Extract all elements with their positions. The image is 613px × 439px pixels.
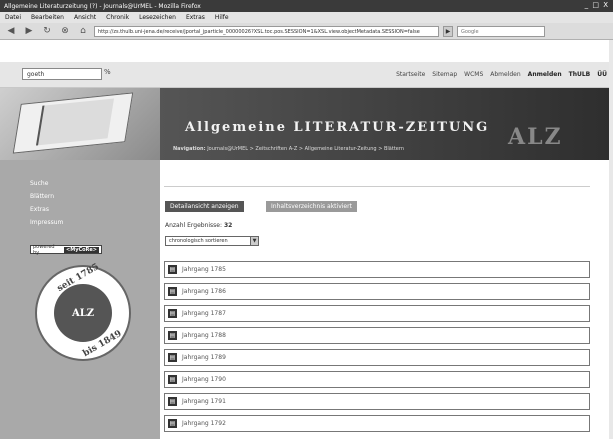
sidebar-item-extras[interactable]: Extras [30,206,63,213]
detail-view-button[interactable]: Detailansicht anzeigen [165,201,244,212]
result-count-value: 32 [223,222,233,229]
back-icon[interactable]: ◀ [4,25,18,37]
list-item[interactable]: ▤ Jahrgang 1786 [164,283,590,300]
link-anmelden[interactable]: Anmelden [528,71,562,78]
menu-datei[interactable]: Datei [5,14,21,21]
sidebar-item-impressum[interactable]: Impressum [30,219,63,226]
navigation-toolbar: ◀ ▶ ↻ ⊗ ⌂ http://zs.thulb.uni-jena.de/re… [0,23,613,40]
home-icon[interactable]: ⌂ [76,25,90,37]
go-button[interactable]: ▶ [443,25,453,37]
divider [164,186,590,187]
list-item-label[interactable]: Jahrgang 1789 [182,354,226,361]
result-count-label: Anzahl Ergebnisse: [165,222,223,229]
forward-icon[interactable]: ▶ [22,25,36,37]
menu-ansicht[interactable]: Ansicht [74,14,96,21]
top-links: Startseite Sitemap WCMS Abmelden Anmelde… [396,71,607,78]
link-thulb[interactable]: ThULB [569,71,591,78]
link-abmelden[interactable]: Abmelden [490,71,520,78]
list-item[interactable]: ▤ Jahrgang 1787 [164,305,590,322]
list-item[interactable]: ▤ Jahrgang 1785 [164,261,590,278]
list-item-label[interactable]: Jahrgang 1787 [182,310,226,317]
window-title: Allgemeine Literaturzeitung (?) - Journa… [4,2,201,10]
mycore-logo: <MyCoRe> [64,246,99,253]
menu-chronik[interactable]: Chronik [106,14,129,21]
banner-image [0,88,160,160]
book-icon: ▤ [168,287,177,296]
book-icon: ▤ [168,397,177,406]
toc-button[interactable]: Inhaltsverzeichnis aktiviert [266,201,357,212]
list-item-label[interactable]: Jahrgang 1792 [182,420,226,427]
sidebar: Suche Blättern Extras Impressum powered … [0,160,160,439]
browser-search-input[interactable]: Google [457,25,545,37]
sidebar-item-blaettern[interactable]: Blättern [30,193,63,200]
breadcrumb: Navigation: Journals@UrMEL > Zeitschrift… [160,146,613,156]
site-topbar: goeth % Startseite Sitemap WCMS Abmelden… [0,62,613,88]
list-item-label[interactable]: Jahrgang 1788 [182,332,226,339]
book-icon: ▤ [168,353,177,362]
link-startseite[interactable]: Startseite [396,71,425,78]
list-item-label[interactable]: Jahrgang 1785 [182,266,226,273]
chevron-down-icon[interactable]: ▼ [250,237,258,245]
sidebar-item-suche[interactable]: Suche [30,180,63,187]
book-icon: ▤ [168,375,177,384]
breadcrumb-label: Navigation: [173,146,206,152]
list-item-label[interactable]: Jahrgang 1786 [182,288,226,295]
list-item-label[interactable]: Jahrgang 1790 [182,376,226,383]
list-item[interactable]: ▤ Jahrgang 1788 [164,327,590,344]
powered-label: powered by [33,243,55,256]
list-item-label[interactable]: Jahrgang 1791 [182,398,226,405]
list-item[interactable]: ▤ Jahrgang 1791 [164,393,590,410]
header-banner: Allgemeine LITERATUR-ZEITUNG ALZ Navigat… [0,88,613,160]
language-switch[interactable]: ÜÜ [597,71,607,78]
book-icon: ▤ [168,309,177,318]
menu-bearbeiten[interactable]: Bearbeiten [31,14,64,21]
menu-hilfe[interactable]: Hilfe [215,14,229,21]
site-search-button[interactable]: % [104,68,111,76]
seal-center: ALZ [54,284,112,342]
volume-list: ▤ Jahrgang 1785 ▤ Jahrgang 1786 ▤ Jahrgang … [164,261,590,437]
sort-select[interactable]: chronologisch sortieren ▼ [165,236,259,246]
link-wcms[interactable]: WCMS [464,71,483,78]
book-icon: ▤ [168,331,177,340]
stop-icon[interactable]: ⊗ [58,25,72,37]
site-title: Allgemeine LITERATUR-ZEITUNG [185,120,490,135]
address-bar[interactable]: http://zs.thulb.uni-jena.de/receive/jpor… [94,25,439,37]
list-item[interactable]: ▤ Jahrgang 1790 [164,371,590,388]
main-content: Detailansicht anzeigen Inhaltsverzeichni… [160,160,613,439]
menu-extras[interactable]: Extras [186,14,205,21]
site-search-input[interactable]: goeth [22,68,102,80]
vertical-scrollbar[interactable] [609,40,613,439]
breadcrumb-path[interactable]: Journals@UrMEL > Zeitschriften A-Z > All… [207,146,404,152]
book-icon: ▤ [168,419,177,428]
list-item[interactable]: ▤ Jahrgang 1792 [164,415,590,432]
sort-select-value: chronologisch sortieren [169,238,228,244]
powered-by-badge[interactable]: powered by <MyCoRe> [30,243,102,256]
book-page [35,98,115,146]
menu-bar: Datei Bearbeiten Ansicht Chronik Lesezei… [0,12,613,23]
list-item[interactable]: ▤ Jahrgang 1789 [164,349,590,366]
menu-lesezeichen[interactable]: Lesezeichen [139,14,176,21]
link-sitemap[interactable]: Sitemap [432,71,457,78]
alz-seal: seit 1785 ALZ bis 1849 [35,262,131,361]
result-count: Anzahl Ergebnisse: 32 [165,222,232,229]
window-controls[interactable]: _ □ X [585,1,609,9]
sidebar-nav: Suche Blättern Extras Impressum [30,180,63,226]
book-icon: ▤ [168,265,177,274]
window-titlebar: Allgemeine Literaturzeitung (?) - Journa… [0,0,613,12]
reload-icon[interactable]: ↻ [40,25,54,37]
